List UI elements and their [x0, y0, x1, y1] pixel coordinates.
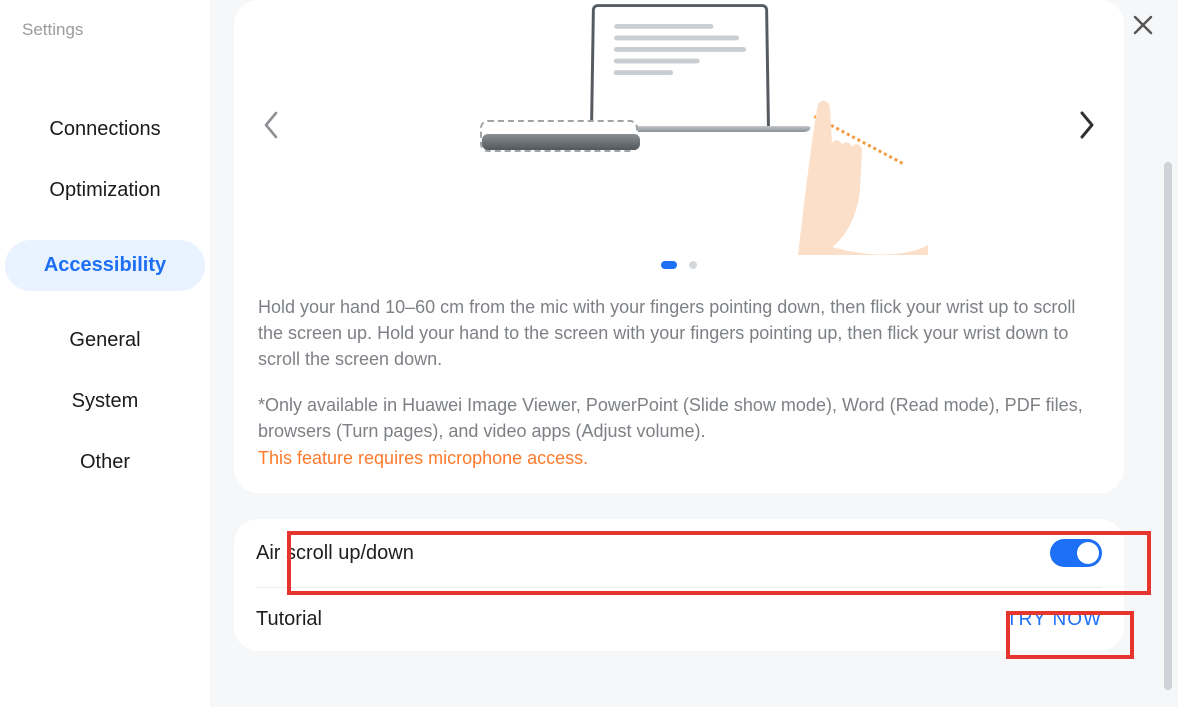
scroll-indicator-graphic [480, 120, 638, 152]
sidebar-item-general[interactable]: General [5, 329, 205, 352]
chevron-left-icon[interactable] [254, 107, 290, 143]
air-scroll-row: Air scroll up/down [234, 519, 1124, 587]
feature-description: Hold your hand 10–60 cm from the mic wit… [258, 294, 1100, 372]
tutorial-label: Tutorial [256, 608, 322, 631]
sidebar-item-system[interactable]: System [5, 390, 205, 413]
sidebar-item-connections[interactable]: Connections [5, 118, 205, 141]
scrollbar[interactable] [1164, 162, 1172, 690]
sidebar: Settings Connections Optimization Access… [0, 0, 210, 707]
tutorial-row: Tutorial TRY NOW [234, 588, 1124, 651]
sidebar-item-optimization[interactable]: Optimization [5, 179, 205, 202]
feature-description-block: Hold your hand 10–60 cm from the mic wit… [254, 294, 1104, 469]
pager-dot-2[interactable] [689, 261, 697, 269]
try-now-button[interactable]: TRY NOW [1006, 609, 1102, 631]
sidebar-item-accessibility[interactable]: Accessibility [5, 240, 205, 291]
feature-note: *Only available in Huawei Image Viewer, … [258, 392, 1100, 444]
settings-title: Settings [0, 14, 210, 40]
illustration [290, 0, 1068, 250]
sidebar-items: Connections Optimization Accessibility G… [0, 118, 210, 474]
main-panel: Hold your hand 10–60 cm from the mic wit… [210, 0, 1178, 707]
chevron-right-icon[interactable] [1068, 107, 1104, 143]
feature-warning: This feature requires microphone access. [258, 448, 1100, 469]
settings-card: Air scroll up/down Tutorial TRY NOW [234, 519, 1124, 651]
hand-graphic [798, 95, 928, 255]
illustration-card: Hold your hand 10–60 cm from the mic wit… [234, 0, 1124, 493]
sidebar-item-other[interactable]: Other [5, 451, 205, 474]
illustration-row [254, 0, 1104, 250]
air-scroll-toggle[interactable] [1050, 539, 1102, 567]
pager-dot-1[interactable] [661, 261, 677, 269]
close-icon[interactable] [1132, 14, 1154, 41]
pager [254, 256, 1104, 274]
air-scroll-label: Air scroll up/down [256, 542, 414, 565]
